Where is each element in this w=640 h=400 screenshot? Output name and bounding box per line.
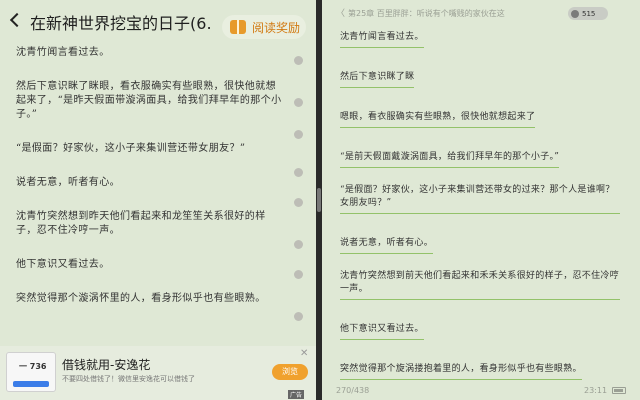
paragraph: 然后下意识眯了眯眼，看衣服确实有些眼熟，很快他就想起来了，“是昨天假面带漩涡面具…: [16, 81, 282, 120]
reader-pane-right: 〈 第25章 百里胖胖：听说有个嘴贱的家伙在这 515 沈青竹闻言看过去。 然后…: [322, 0, 640, 400]
chapter-text: 沈青竹闻言看过去。 然后下意识眯了眯 嗯眼，看衣服确实有些眼熟，很快他就想起来了…: [340, 24, 620, 396]
paragraph: “是假面？好家伙，这小子来集训营还带女朋友？”: [16, 143, 246, 154]
chapter-title: 第25章 百里胖胖：听说有个嘴贱的家伙在这: [348, 9, 505, 18]
close-icon[interactable]: ✕: [300, 348, 308, 359]
chapter-text: 沈青竹闻言看过去。 然后下意识眯了眯眼，看衣服确实有些眼熟，很快他就想起来了，“…: [16, 46, 286, 326]
reading-reward-button[interactable]: 阅读奖励: [222, 15, 306, 39]
reader-pane-left: 在新神世界挖宝的日子(6… 阅读奖励 沈青竹闻言看过去。 然后下意识眯了眯眼，看…: [0, 0, 316, 400]
comment-marker[interactable]: [294, 168, 303, 177]
clock: 23:11: [584, 386, 608, 395]
paragraph: “是假面？好家伙，这小子来集训营还带女的过来？那个人是谁啊？女朋友吗？”: [340, 184, 620, 214]
comment-marker[interactable]: [294, 56, 303, 65]
paragraph: 说者无意，听者有心。: [340, 237, 434, 254]
comment-marker[interactable]: [294, 312, 303, 321]
coin-count: 515: [582, 9, 596, 18]
chapter-header: 〈 第25章 百里胖胖：听说有个嘴贱的家伙在这 515: [322, 0, 640, 24]
comment-marker[interactable]: [294, 198, 303, 207]
paragraph: 沈青竹闻言看过去。: [16, 47, 110, 58]
paragraph: 沈青竹突然想到昨天他们看起来和龙笙笙关系很好的样子，忍不住冷哼一声。: [16, 211, 266, 236]
ad-title: 借钱就用-安逸花: [62, 358, 151, 372]
paragraph: 他下意识又看过去。: [340, 323, 424, 340]
ad-tag: 广告: [288, 390, 305, 399]
paragraph: 沈青竹突然想到前天他们看起来和禾禾关系很好的样子，忍不住冷哼一声。: [340, 270, 620, 300]
book-title: 在新神世界挖宝的日子(6…: [30, 14, 210, 33]
reading-reward-label: 阅读奖励: [252, 20, 301, 35]
paragraph: 沈青竹闻言看过去。: [340, 31, 424, 48]
paragraph: 然后下意识眯了眯: [340, 71, 415, 88]
battery-icon: [612, 387, 626, 394]
reader-header: 在新神世界挖宝的日子(6… 阅读奖励: [0, 0, 316, 42]
ad-view-button[interactable]: 浏览: [272, 364, 308, 380]
ad-banner[interactable]: 一 736 借钱就用-安逸花 不要四处借钱了！微信里安逸花可以借钱了 ✕ 浏览 …: [0, 346, 316, 400]
battery-level: [614, 389, 623, 392]
back-icon[interactable]: [9, 12, 25, 28]
ad-thumbnail: 一 736: [6, 352, 56, 392]
comment-marker[interactable]: [294, 270, 303, 279]
comment-marker[interactable]: [294, 130, 303, 139]
paragraph: 说者无意，听者有心。: [16, 177, 120, 188]
paragraph: 突然觉得那个漩涡怀里的人，看身形似乎也有些眼熟。: [16, 293, 266, 304]
back-icon[interactable]: 〈: [336, 6, 345, 19]
paragraph: “是前天假面戴漩涡面具，给我们拜早年的那个小子。”: [340, 151, 560, 168]
paragraph: 嗯眼，看衣服确实有些眼熟，很快他就想起来了: [340, 111, 536, 128]
comment-marker[interactable]: [294, 240, 303, 249]
coin-icon: [571, 9, 579, 18]
page-indicator: 270/438: [336, 386, 370, 395]
ad-subtitle: 不要四处借钱了！微信里安逸花可以借钱了: [62, 375, 195, 383]
paragraph: 突然觉得那个旋涡搂抱着里的人，看身形似乎也有些眼熟。: [340, 363, 582, 380]
paragraph: 他下意识又看过去。: [16, 259, 110, 270]
paragraph-comment-markers: [294, 56, 304, 346]
comment-marker[interactable]: [294, 98, 303, 107]
coin-badge[interactable]: 515: [568, 7, 608, 20]
ad-thumbnail-bar: [13, 381, 49, 387]
gift-icon: [230, 20, 246, 34]
ad-thumbnail-text: 一 736: [19, 362, 47, 371]
split-divider-handle[interactable]: [317, 188, 321, 212]
